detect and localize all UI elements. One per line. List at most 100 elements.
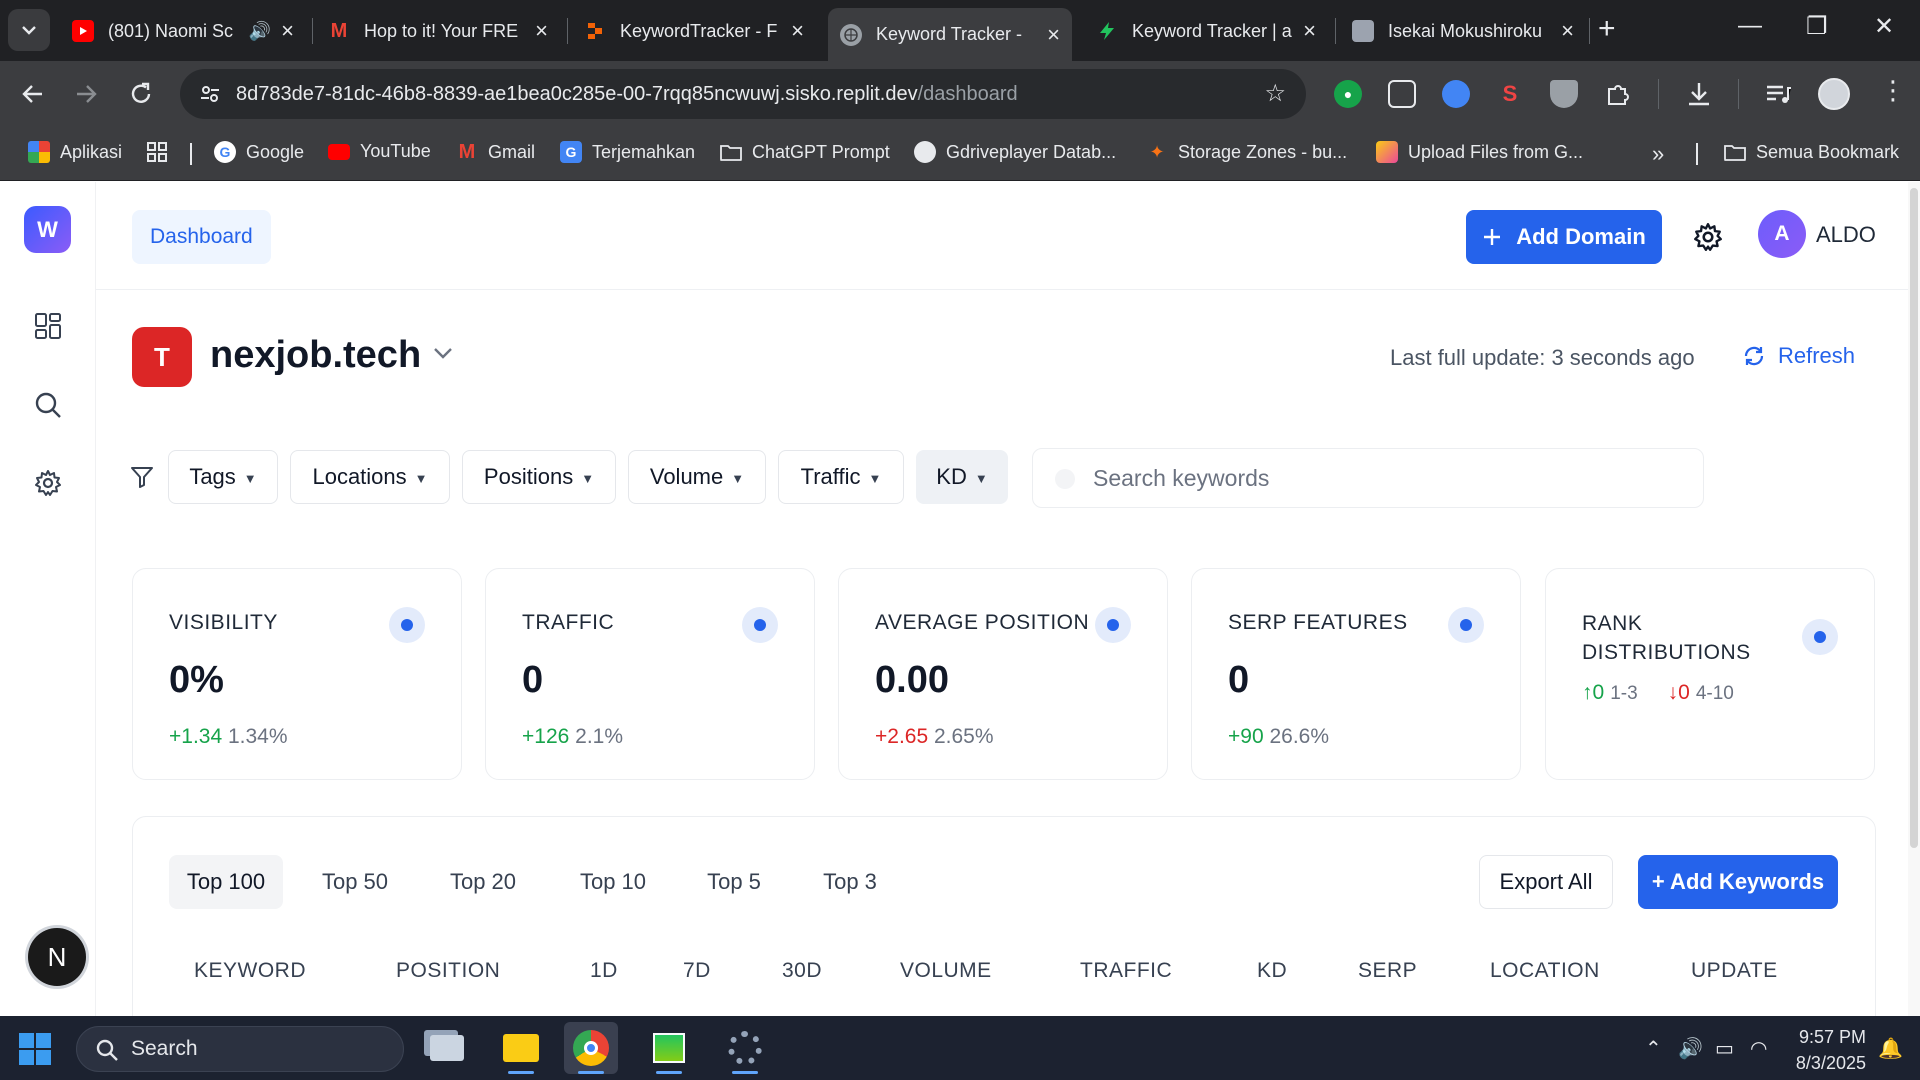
filter-tags[interactable]: Tags ▼ — [168, 450, 278, 504]
settings-gear-icon[interactable] — [1692, 221, 1724, 253]
info-dot-icon[interactable] — [1802, 619, 1838, 655]
filter-volume[interactable]: Volume ▼ — [628, 450, 766, 504]
filter-kd[interactable]: KD ▼ — [916, 450, 1008, 504]
forward-arrow-icon[interactable] — [73, 81, 99, 107]
system-clock[interactable]: 9:57 PM 8/3/2025 — [1780, 1024, 1866, 1076]
chevron-down-icon[interactable] — [432, 346, 454, 360]
close-tab-icon[interactable]: × — [535, 18, 548, 44]
tab-top-100[interactable]: Top 100 — [169, 855, 283, 909]
add-domain-button[interactable]: Add Domain — [1466, 210, 1662, 264]
column-header-1d[interactable]: 1D — [590, 959, 618, 983]
user-name[interactable]: ALDO — [1816, 222, 1876, 248]
qr-code-icon[interactable] — [1388, 80, 1416, 108]
volume-icon[interactable]: 🔊 — [1678, 1036, 1703, 1061]
column-header-volume[interactable]: VOLUME — [900, 959, 992, 983]
site-settings-icon[interactable] — [198, 82, 222, 106]
user-avatar[interactable]: A — [1758, 210, 1806, 258]
column-header-traffic[interactable]: TRAFFIC — [1080, 959, 1172, 983]
notification-bell-icon[interactable]: 🔔 — [1878, 1036, 1903, 1061]
task-view-icon[interactable] — [420, 1022, 474, 1074]
info-dot-icon[interactable] — [389, 607, 425, 643]
bookmark-google[interactable]: G Google — [214, 141, 304, 163]
tab-top-50[interactable]: Top 50 — [305, 855, 405, 909]
tab-search-button[interactable] — [8, 9, 50, 51]
info-dot-icon[interactable] — [742, 607, 778, 643]
bookmark-upload-files[interactable]: Upload Files from G... — [1376, 141, 1583, 163]
profile-avatar[interactable] — [1818, 78, 1850, 110]
column-header-kd[interactable]: KD — [1257, 959, 1287, 983]
minimize-icon[interactable]: — — [1738, 12, 1762, 40]
browser-tab-isekai[interactable]: Isekai Mokushiroku × — [1340, 9, 1586, 53]
close-tab-icon[interactable]: × — [1561, 18, 1574, 44]
tab-top-10[interactable]: Top 10 — [563, 855, 663, 909]
file-explorer-icon[interactable] — [494, 1022, 548, 1074]
image-app-icon[interactable] — [642, 1022, 696, 1074]
refresh-button[interactable]: Refresh — [1742, 343, 1855, 369]
wifi-icon[interactable]: ◠ — [1750, 1036, 1767, 1061]
speaker-icon[interactable]: 🔊 — [249, 21, 271, 42]
new-tab-icon[interactable]: + — [1598, 14, 1616, 44]
export-all-button[interactable]: Export All — [1479, 855, 1613, 909]
column-header-position[interactable]: POSITION — [396, 959, 500, 983]
info-dot-icon[interactable] — [1095, 607, 1131, 643]
back-arrow-icon[interactable] — [20, 81, 46, 107]
chevron-up-icon[interactable]: ⌃ — [1645, 1036, 1662, 1061]
close-tab-icon[interactable]: × — [281, 18, 294, 44]
column-header-location[interactable]: LOCATION — [1490, 959, 1600, 983]
bookmark-chatgpt-prompt[interactable]: ChatGPT Prompt — [720, 141, 890, 163]
windows-start-icon[interactable] — [18, 1032, 52, 1066]
page-scrollbar[interactable] — [1908, 182, 1920, 1016]
next-dev-badge[interactable]: N — [28, 928, 86, 986]
close-tab-icon[interactable]: × — [791, 18, 804, 44]
bookmark-youtube[interactable]: YouTube — [328, 141, 431, 162]
settings-gear-icon[interactable] — [33, 468, 63, 498]
column-header-keyword[interactable]: KEYWORD — [194, 959, 306, 983]
column-header-update[interactable]: UPDATE — [1691, 959, 1778, 983]
taskbar-search-box[interactable]: Search — [76, 1026, 404, 1072]
address-bar[interactable]: 8d783de7-81dc-46b8-8839-ae1bea0c285e-00-… — [180, 69, 1306, 119]
bookmark-apps[interactable]: Aplikasi — [28, 141, 122, 163]
chrome-icon[interactable] — [564, 1022, 618, 1074]
column-header-30d[interactable]: 30D — [782, 959, 822, 983]
filter-traffic[interactable]: Traffic ▼ — [778, 450, 904, 504]
add-keywords-button[interactable]: + Add Keywords — [1638, 855, 1838, 909]
media-control-icon[interactable] — [1764, 80, 1792, 108]
settings-app-icon[interactable] — [718, 1022, 772, 1074]
battery-icon[interactable]: ▭ — [1715, 1036, 1734, 1061]
extensions-puzzle-icon[interactable] — [1604, 80, 1632, 108]
search-icon[interactable] — [33, 390, 63, 420]
search-keywords-input[interactable]: Search keywords — [1032, 448, 1704, 508]
close-window-icon[interactable]: ✕ — [1874, 12, 1894, 41]
extension-green-icon[interactable]: ● — [1334, 80, 1362, 108]
reload-icon[interactable] — [128, 81, 154, 107]
domain-name[interactable]: nexjob.tech — [210, 334, 421, 377]
column-header-serp[interactable]: SERP — [1358, 959, 1417, 983]
bookmark-gdriveplayer[interactable]: Gdriveplayer Datab... — [914, 141, 1116, 163]
browser-tab-gmail[interactable]: M Hop to it! Your FRE × — [316, 9, 560, 53]
dashboard-grid-icon[interactable] — [33, 311, 63, 341]
download-icon[interactable] — [1685, 80, 1713, 108]
tab-top-20[interactable]: Top 20 — [433, 855, 533, 909]
filter-locations[interactable]: Locations ▼ — [290, 450, 450, 504]
extension-blue-circle-icon[interactable] — [1442, 80, 1470, 108]
scrollbar-thumb[interactable] — [1910, 188, 1918, 848]
tab-top-5[interactable]: Top 5 — [689, 855, 779, 909]
bookmark-gmail[interactable]: M Gmail — [456, 141, 535, 163]
browser-tab-youtube[interactable]: (801) Naomi Sc 🔊 × — [60, 9, 306, 53]
close-tab-icon[interactable]: × — [1303, 18, 1316, 44]
bookmark-star-icon[interactable]: ☆ — [1264, 79, 1286, 108]
more-vertical-icon[interactable]: ⋮ — [1880, 75, 1906, 106]
more-bookmarks-icon[interactable]: » — [1652, 141, 1664, 167]
app-logo[interactable]: W — [24, 206, 71, 253]
browser-tab-keyword-tracker-active[interactable]: Keyword Tracker - × — [828, 8, 1072, 61]
breadcrumb-dashboard[interactable]: Dashboard — [132, 210, 271, 264]
bookmark-tab-groups[interactable] — [146, 141, 168, 163]
browser-tab-keyword-tracker-bolt[interactable]: Keyword Tracker | a × — [1084, 9, 1328, 53]
shield-icon[interactable] — [1550, 80, 1578, 108]
close-tab-icon[interactable]: × — [1047, 22, 1060, 48]
info-dot-icon[interactable] — [1448, 607, 1484, 643]
tab-top-3[interactable]: Top 3 — [805, 855, 895, 909]
bookmark-all-bookmarks[interactable]: Semua Bookmark — [1724, 141, 1899, 163]
filter-positions[interactable]: Positions ▼ — [462, 450, 616, 504]
bookmark-storage-zones[interactable]: ✦ Storage Zones - bu... — [1146, 141, 1347, 163]
